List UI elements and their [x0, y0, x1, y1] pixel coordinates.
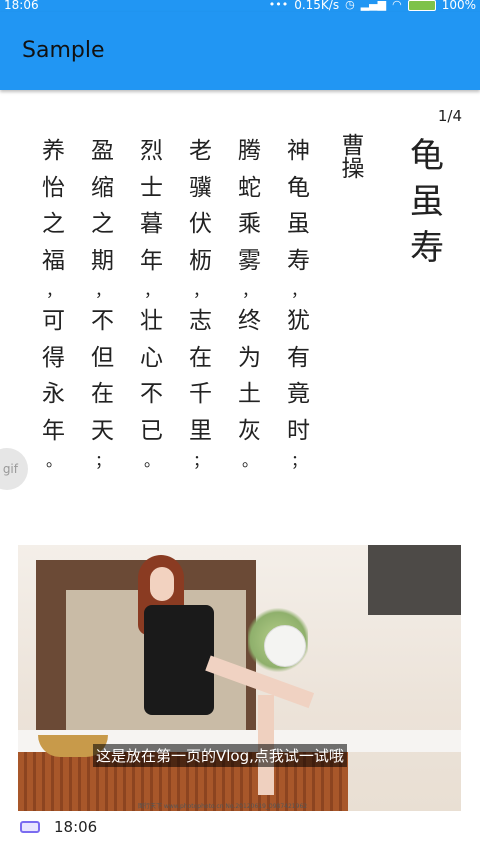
poem-char: 雾	[238, 247, 261, 274]
poem-char: 壮	[140, 308, 163, 334]
poem-column: 神龟虽寿 ， 犹有竟时 ；	[287, 133, 336, 473]
poem-char: 可	[42, 308, 65, 334]
poem-body: 曹操神龟虽寿，犹有竟时；腾蛇乘雾，终为土灰。老骥伏枥，志在千里；烈士暮年，壮心不…	[42, 133, 385, 473]
battery-icon	[407, 0, 436, 11]
tv-icon	[20, 821, 40, 833]
poem-char: 志	[189, 308, 212, 334]
poem-punctuation: ，	[291, 281, 308, 300]
poem-punctuation: ；	[193, 451, 210, 470]
gif-badge-label: gif	[2, 462, 18, 476]
poem-char: 之	[91, 211, 114, 237]
poem-char: 老	[189, 138, 212, 164]
poem-char: 福	[42, 247, 65, 274]
video-scene-window	[368, 545, 461, 615]
poem-char: 犹	[287, 308, 310, 334]
poem-char: 但	[91, 344, 114, 371]
poem-punctuation: 。	[144, 451, 161, 470]
poem-char: 士	[140, 174, 163, 201]
poem-char: 盈	[91, 138, 114, 164]
poem-char: 伏	[189, 211, 212, 237]
poem-char: 之	[42, 211, 65, 237]
poem-char: 永	[42, 381, 65, 407]
poem-char: 为	[238, 344, 261, 371]
poem-column: 老骥伏枥 ， 志在千里 ；	[189, 133, 238, 473]
poem-punctuation: ，	[144, 281, 161, 300]
poem-char: 枥	[189, 247, 212, 274]
poem-char: 不	[91, 308, 114, 334]
battery-level: 100%	[441, 0, 476, 12]
poem-char: 不	[140, 381, 163, 407]
poem-char: 龟	[287, 174, 310, 201]
wifi-icon: ◠	[392, 0, 402, 11]
poem-char: 终	[238, 308, 261, 334]
poem-char: 竟	[287, 381, 310, 407]
poem-char: 寿	[287, 247, 310, 274]
status-time: 18:06	[4, 0, 39, 12]
poem-char: 年	[140, 247, 163, 274]
poem-char: 烈	[140, 138, 163, 164]
app-bar: Sample	[0, 12, 480, 90]
poem-char: 土	[238, 381, 261, 407]
poem-char: 期	[91, 247, 114, 274]
poem-title-char: 寿	[410, 228, 444, 268]
poem-char: 天	[91, 417, 114, 444]
poem-punctuation: ，	[95, 281, 112, 300]
poem-char: 年	[42, 417, 65, 444]
poem-char: 养	[42, 138, 65, 164]
poem-char: 腾	[238, 138, 261, 164]
poem-char: 已	[140, 417, 163, 444]
status-bar: 18:06 ••• 0.15K/s ◷ ▂▄▆ ◠ 100%	[0, 0, 480, 12]
poem-column: 烈士暮年 ， 壮心不已。	[140, 133, 189, 473]
status-icons: ••• 0.15K/s ◷ ▂▄▆ ◠ 100%	[269, 0, 476, 11]
video-scene-person	[138, 555, 315, 805]
poem-char: 里	[189, 417, 212, 444]
poem-char: 骥	[189, 174, 212, 201]
poem-char: 虽	[287, 211, 310, 237]
page-indicator: 1/4	[437, 107, 462, 125]
poem-char: 乘	[238, 211, 261, 237]
app-title: Sample	[22, 38, 105, 63]
poem-char: 心	[140, 344, 163, 371]
poem-author-text: 曹操	[337, 133, 363, 179]
poem-char: 在	[91, 381, 114, 407]
poem-punctuation: ，	[46, 281, 63, 300]
video-watermark: 图行天下 www.photophoto.cn No.20120619_09874…	[138, 803, 308, 810]
poem-char: 有	[287, 344, 310, 371]
poem-punctuation: ，	[242, 281, 259, 300]
poem-punctuation: 。	[242, 451, 259, 470]
net-speed: 0.15K/s	[294, 0, 340, 12]
poem-char: 灰	[238, 417, 261, 444]
poem-char: 神	[287, 138, 310, 164]
poem-char: 暮	[140, 211, 163, 237]
poem-char: 缩	[91, 174, 114, 201]
poem-author: 曹操	[336, 133, 385, 473]
poem-punctuation: ，	[193, 281, 210, 300]
poem-punctuation: 。	[46, 451, 63, 470]
video-footer: 18:06	[20, 818, 97, 836]
poem-title-char: 虽	[410, 182, 444, 222]
poem-punctuation: ；	[95, 451, 112, 470]
poem-char: 怡	[42, 174, 65, 201]
poem-char: 时	[287, 417, 310, 444]
poem-char: 千	[189, 381, 212, 407]
dots-icon: •••	[268, 0, 289, 11]
poem-column: 盈缩之期 ， 不但在天 ；	[91, 133, 140, 473]
gif-badge-button[interactable]: gif	[0, 448, 28, 490]
alarm-icon: ◷	[345, 0, 355, 11]
video-thumbnail[interactable]: 这是放在第一页的Vlog,点我试一试哦 图行天下 www.photophoto.…	[18, 545, 461, 811]
poem-char: 在	[189, 344, 212, 371]
video-time: 18:06	[54, 818, 98, 836]
poem-column: 腾蛇乘雾 ， 终为土灰。	[238, 133, 287, 473]
poem-title-char: 龟	[410, 136, 444, 176]
poem-char: 得	[42, 344, 65, 371]
poem-punctuation: ；	[291, 451, 308, 470]
poem-char: 蛇	[238, 174, 261, 201]
poem-column: 养怡之福 ， 可得永年。	[42, 133, 91, 473]
signal-icon: ▂▄▆	[360, 0, 387, 11]
video-caption: 这是放在第一页的Vlog,点我试一试哦	[93, 744, 347, 767]
poem-title: 龟虽寿	[410, 133, 444, 271]
